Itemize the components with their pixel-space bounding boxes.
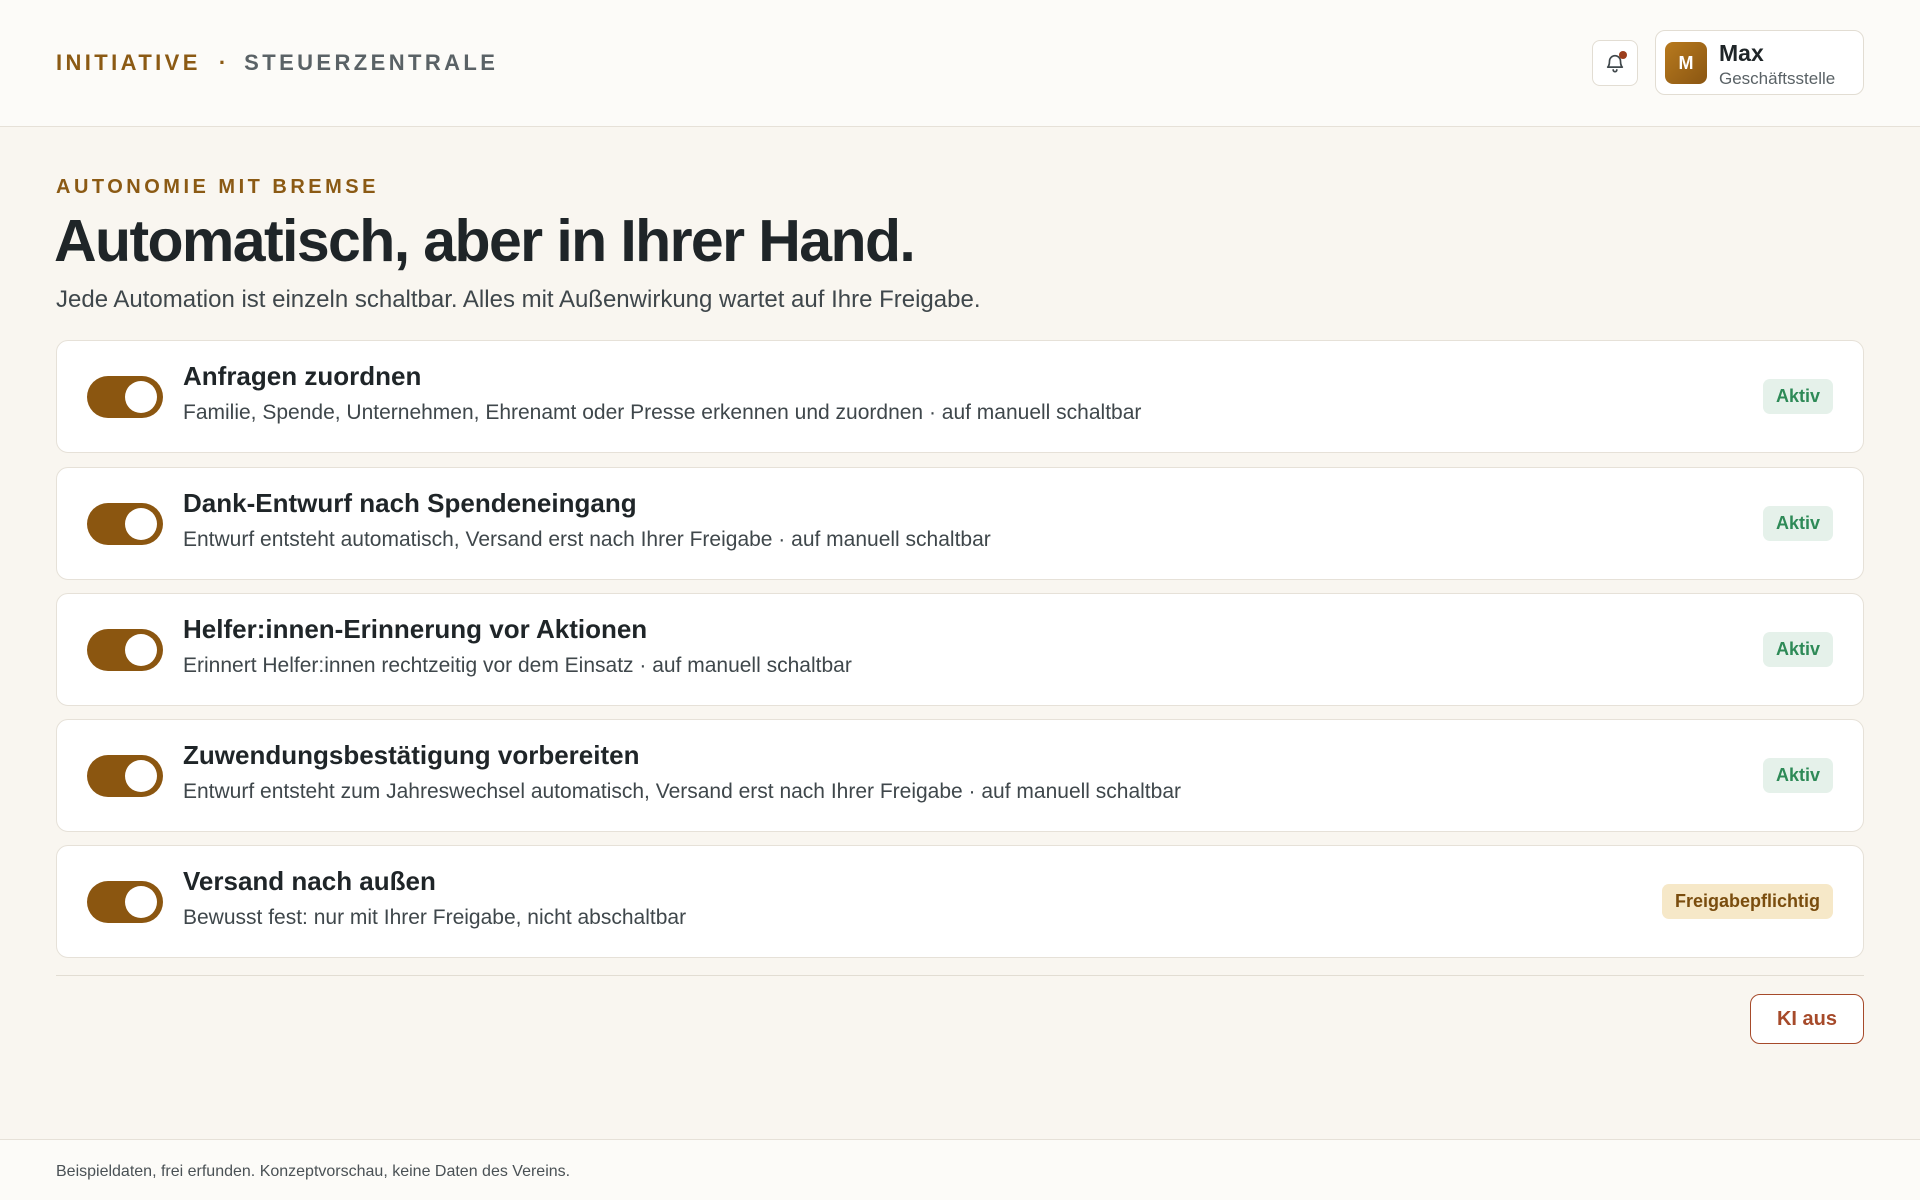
brand-separator: · bbox=[218, 50, 227, 75]
automation-toggle[interactable] bbox=[87, 629, 163, 671]
brand-primary: INITIATIVE bbox=[56, 50, 201, 75]
status-badge: Aktiv bbox=[1762, 506, 1833, 541]
toggle-knob bbox=[125, 634, 157, 666]
automation-description: Entwurf entsteht zum Jahreswechsel autom… bbox=[183, 780, 1181, 803]
user-menu[interactable]: M Max Geschäftsstelle bbox=[1655, 30, 1864, 95]
automation-card: Helfer:innen-Erinnerung vor Aktionen Eri… bbox=[56, 593, 1864, 706]
footer-disclaimer: Beispieldaten, frei erfunden. Konzeptvor… bbox=[56, 1163, 571, 1180]
automation-card: Versand nach außen Bewusst fest: nur mit… bbox=[56, 845, 1864, 958]
user-name: Max bbox=[1719, 40, 1764, 66]
page-subtitle: Jede Automation ist einzeln schaltbar. A… bbox=[56, 286, 981, 313]
automation-title: Anfragen zuordnen bbox=[183, 361, 422, 391]
approval-badge: Freigabepflichtig bbox=[1661, 884, 1833, 919]
automation-description: Entwurf entsteht automatisch, Versand er… bbox=[183, 528, 991, 551]
toggle-knob bbox=[125, 760, 157, 792]
brand-secondary: STEUERZENTRALE bbox=[244, 50, 499, 75]
automation-toggle[interactable] bbox=[87, 376, 163, 418]
automation-toggle[interactable] bbox=[87, 755, 163, 797]
automation-toggle[interactable] bbox=[87, 503, 163, 545]
divider bbox=[56, 975, 1864, 976]
automation-card: Zuwendungsbestätigung vorbereiten Entwur… bbox=[56, 719, 1864, 832]
automation-description: Erinnert Helfer:innen rechtzeitig vor de… bbox=[183, 654, 852, 677]
footer: Beispieldaten, frei erfunden. Konzeptvor… bbox=[0, 1139, 1920, 1200]
brand[interactable]: INITIATIVE · STEUERZENTRALE bbox=[56, 49, 498, 77]
notifications-button[interactable] bbox=[1592, 40, 1638, 86]
automation-card: Dank-Entwurf nach Spendeneingang Entwurf… bbox=[56, 467, 1864, 580]
toggle-knob bbox=[125, 508, 157, 540]
automation-description: Bewusst fest: nur mit Ihrer Freigabe, ni… bbox=[183, 906, 687, 929]
automation-title: Zuwendungsbestätigung vorbereiten bbox=[183, 740, 640, 770]
automation-title: Helfer:innen-Erinnerung vor Aktionen bbox=[183, 614, 648, 644]
toggle-knob bbox=[125, 381, 157, 413]
toggle-knob bbox=[125, 886, 157, 918]
automation-title: Dank-Entwurf nach Spendeneingang bbox=[183, 488, 637, 518]
status-badge: Aktiv bbox=[1762, 758, 1833, 793]
automation-card: Anfragen zuordnen Familie, Spende, Unter… bbox=[56, 340, 1864, 453]
page-title: Automatisch, aber in Ihrer Hand. bbox=[54, 208, 916, 274]
section-eyebrow: AUTONOMIE MIT BREMSE bbox=[56, 176, 379, 198]
top-bar: INITIATIVE · STEUERZENTRALE M Max Geschäft… bbox=[0, 0, 1920, 127]
ki-off-button[interactable]: KI aus bbox=[1750, 994, 1864, 1044]
avatar: M bbox=[1665, 42, 1707, 84]
automation-toggle-locked[interactable] bbox=[87, 881, 163, 923]
notification-indicator bbox=[1619, 51, 1627, 59]
status-badge: Aktiv bbox=[1762, 632, 1833, 667]
automation-description: Familie, Spende, Unternehmen, Ehrenamt o… bbox=[183, 401, 1142, 424]
status-badge: Aktiv bbox=[1762, 379, 1833, 414]
automation-title: Versand nach außen bbox=[183, 866, 436, 896]
user-role: Geschäftsstelle bbox=[1719, 69, 1836, 88]
